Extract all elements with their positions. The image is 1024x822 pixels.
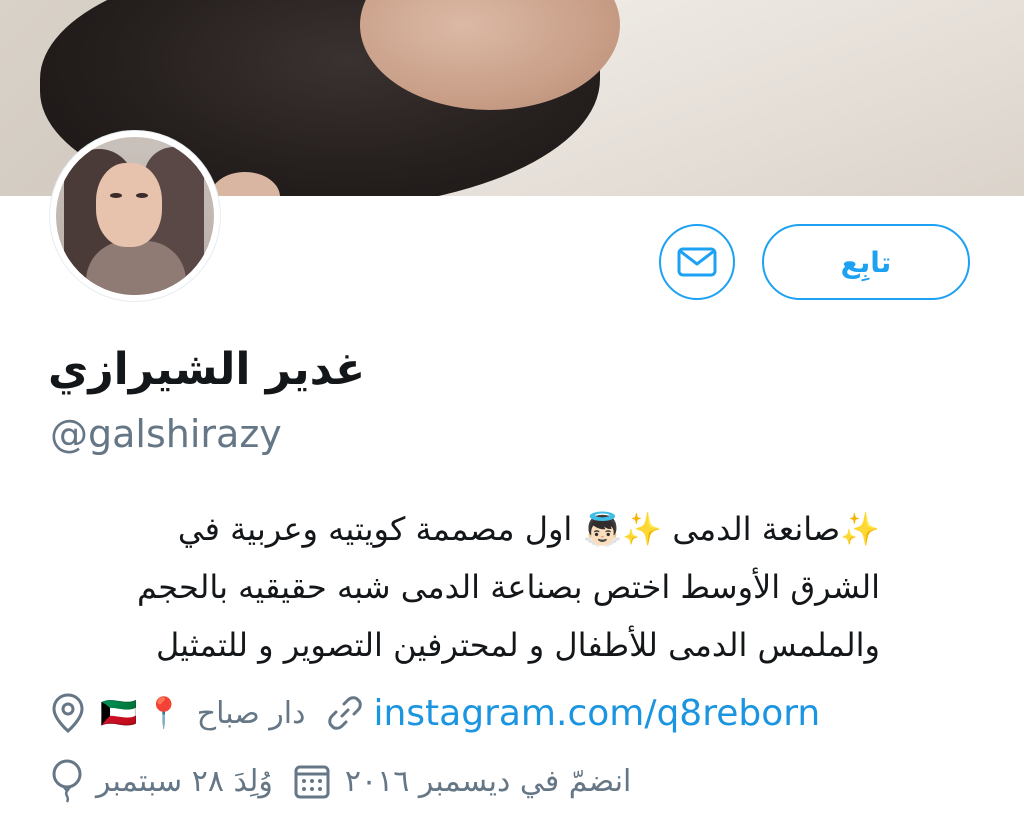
profile-handle: @galshirazy	[50, 412, 282, 456]
follow-button-label: تابِع	[840, 245, 892, 279]
website-link[interactable]: instagram.com/q8reborn	[373, 693, 820, 734]
profile-meta-dates: وُلِدَ ٢٨ سبتمبر انضمّ في ديسمبر ٢٠١٦	[50, 756, 750, 806]
profile-meta-location-link: 🇰🇼 📍 دار صباح instagram.com/q8reborn	[50, 688, 890, 738]
birthday-text: وُلِدَ ٢٨ سبتمبر	[96, 763, 273, 799]
avatar[interactable]	[56, 137, 214, 295]
kuwait-flag-emoji: 🇰🇼	[100, 695, 138, 731]
envelope-icon	[677, 247, 717, 277]
bio-line: والملمس الدمى للأطفال و لمحترفين التصوير…	[155, 626, 880, 664]
joined-text: انضمّ في ديسمبر ٢٠١٦	[344, 763, 632, 799]
avatar-face	[96, 163, 162, 247]
calendar-icon	[293, 762, 331, 800]
message-button[interactable]	[659, 224, 735, 300]
avatar-eye-right	[136, 193, 148, 198]
avatar-body	[86, 241, 186, 295]
link-icon	[327, 695, 363, 731]
balloon-icon	[50, 759, 84, 803]
profile-name: غدير الشيرازي	[48, 344, 366, 395]
profile-bio: ✨صانعة الدمى ✨👼🏻 اول مصممة كويتيه وعربية…	[44, 500, 880, 674]
pushpin-emoji: 📍	[145, 695, 183, 731]
follow-button[interactable]: تابِع	[762, 224, 970, 300]
map-pin-icon	[50, 692, 86, 734]
bio-line: ✨صانعة الدمى ✨👼🏻 اول مصممة كويتيه وعربية…	[177, 510, 880, 548]
avatar-eye-left	[110, 193, 122, 198]
location-text: دار صباح	[196, 695, 306, 731]
bio-line: الشرق الأوسط اختص بصناعة الدمى شبه حقيقي…	[136, 568, 880, 606]
